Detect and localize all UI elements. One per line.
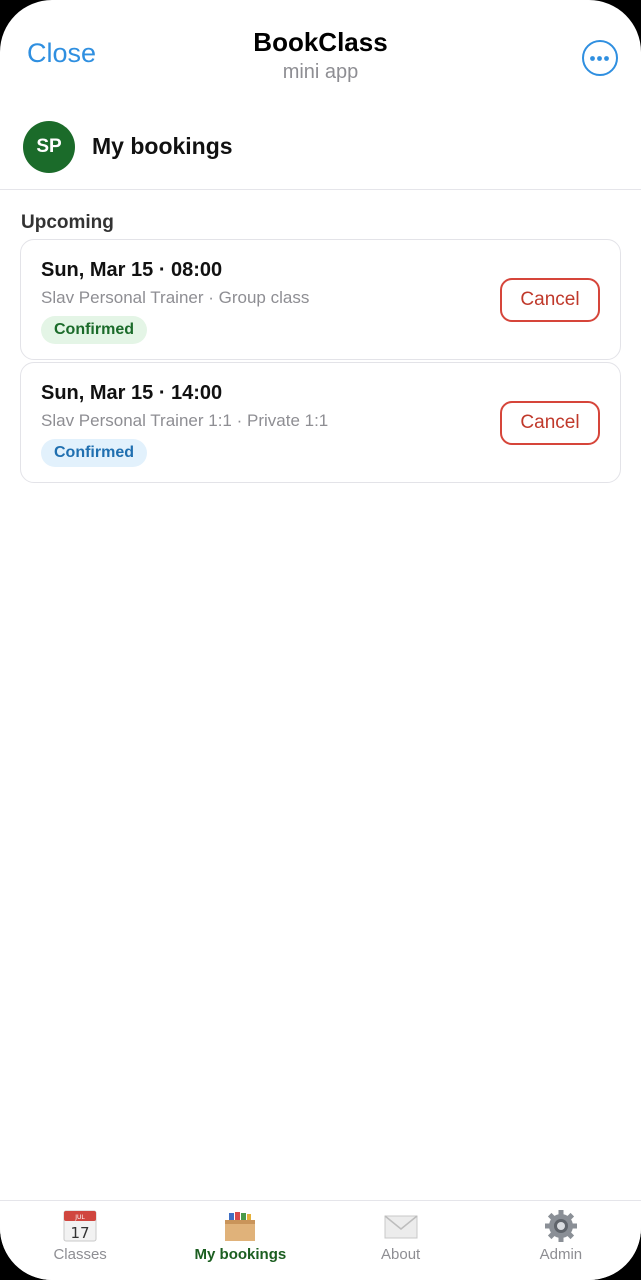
- app-subtitle: mini app: [282, 61, 359, 83]
- booking-card: Sun, Mar 15 · 14:00 Slav Personal Traine…: [20, 362, 621, 483]
- app-title: BookClass: [253, 27, 388, 57]
- booking-datetime: Sun, Mar 15 · 14:00: [41, 382, 223, 404]
- tab-admin[interactable]: Admin: [481, 1201, 641, 1280]
- status-badge: Confirmed: [41, 316, 147, 344]
- tab-about[interactable]: About: [321, 1201, 481, 1280]
- section-title-upcoming: Upcoming: [21, 212, 114, 233]
- page-header: SP My bookings: [0, 100, 641, 190]
- avatar[interactable]: SP: [23, 121, 75, 173]
- calendar-icon: JUL 17: [63, 1210, 97, 1242]
- more-button[interactable]: [582, 40, 618, 76]
- envelope-icon: [384, 1215, 418, 1239]
- gear-icon: [544, 1210, 577, 1242]
- calendar-month-text: JUL: [74, 1214, 85, 1221]
- cancel-booking-button[interactable]: Cancel: [500, 401, 600, 445]
- tab-label: Classes: [53, 1246, 107, 1263]
- tab-my-bookings[interactable]: My bookings: [160, 1201, 320, 1280]
- mini-app-top-bar: Close BookClass mini app: [0, 0, 641, 100]
- booking-datetime: Sun, Mar 15 · 08:00: [41, 259, 223, 281]
- cancel-booking-button[interactable]: Cancel: [500, 278, 600, 322]
- tab-label: My bookings: [194, 1246, 287, 1263]
- status-badge: Confirmed: [41, 439, 147, 467]
- phone-screen: Close BookClass mini app SP My bookings …: [0, 0, 641, 1280]
- page-title: My bookings: [92, 133, 233, 159]
- booking-meta: Slav Personal Trainer 1:1 · Private 1:1: [41, 411, 329, 430]
- booking-card: Sun, Mar 15 · 08:00 Slav Personal Traine…: [20, 239, 621, 360]
- booking-list: Sun, Mar 15 · 08:00 Slav Personal Traine…: [20, 239, 621, 485]
- tab-label: Admin: [539, 1246, 583, 1263]
- more-horizontal-icon: [590, 55, 609, 61]
- card-box-icon: [225, 1212, 256, 1241]
- calendar-day-text: 17: [71, 1224, 90, 1242]
- bottom-tab-bar: JUL 17 Classes My bookings About Admin: [0, 1200, 641, 1280]
- tab-label: About: [381, 1246, 421, 1263]
- tab-classes[interactable]: JUL 17 Classes: [0, 1201, 160, 1280]
- booking-meta: Slav Personal Trainer · Group class: [41, 288, 310, 307]
